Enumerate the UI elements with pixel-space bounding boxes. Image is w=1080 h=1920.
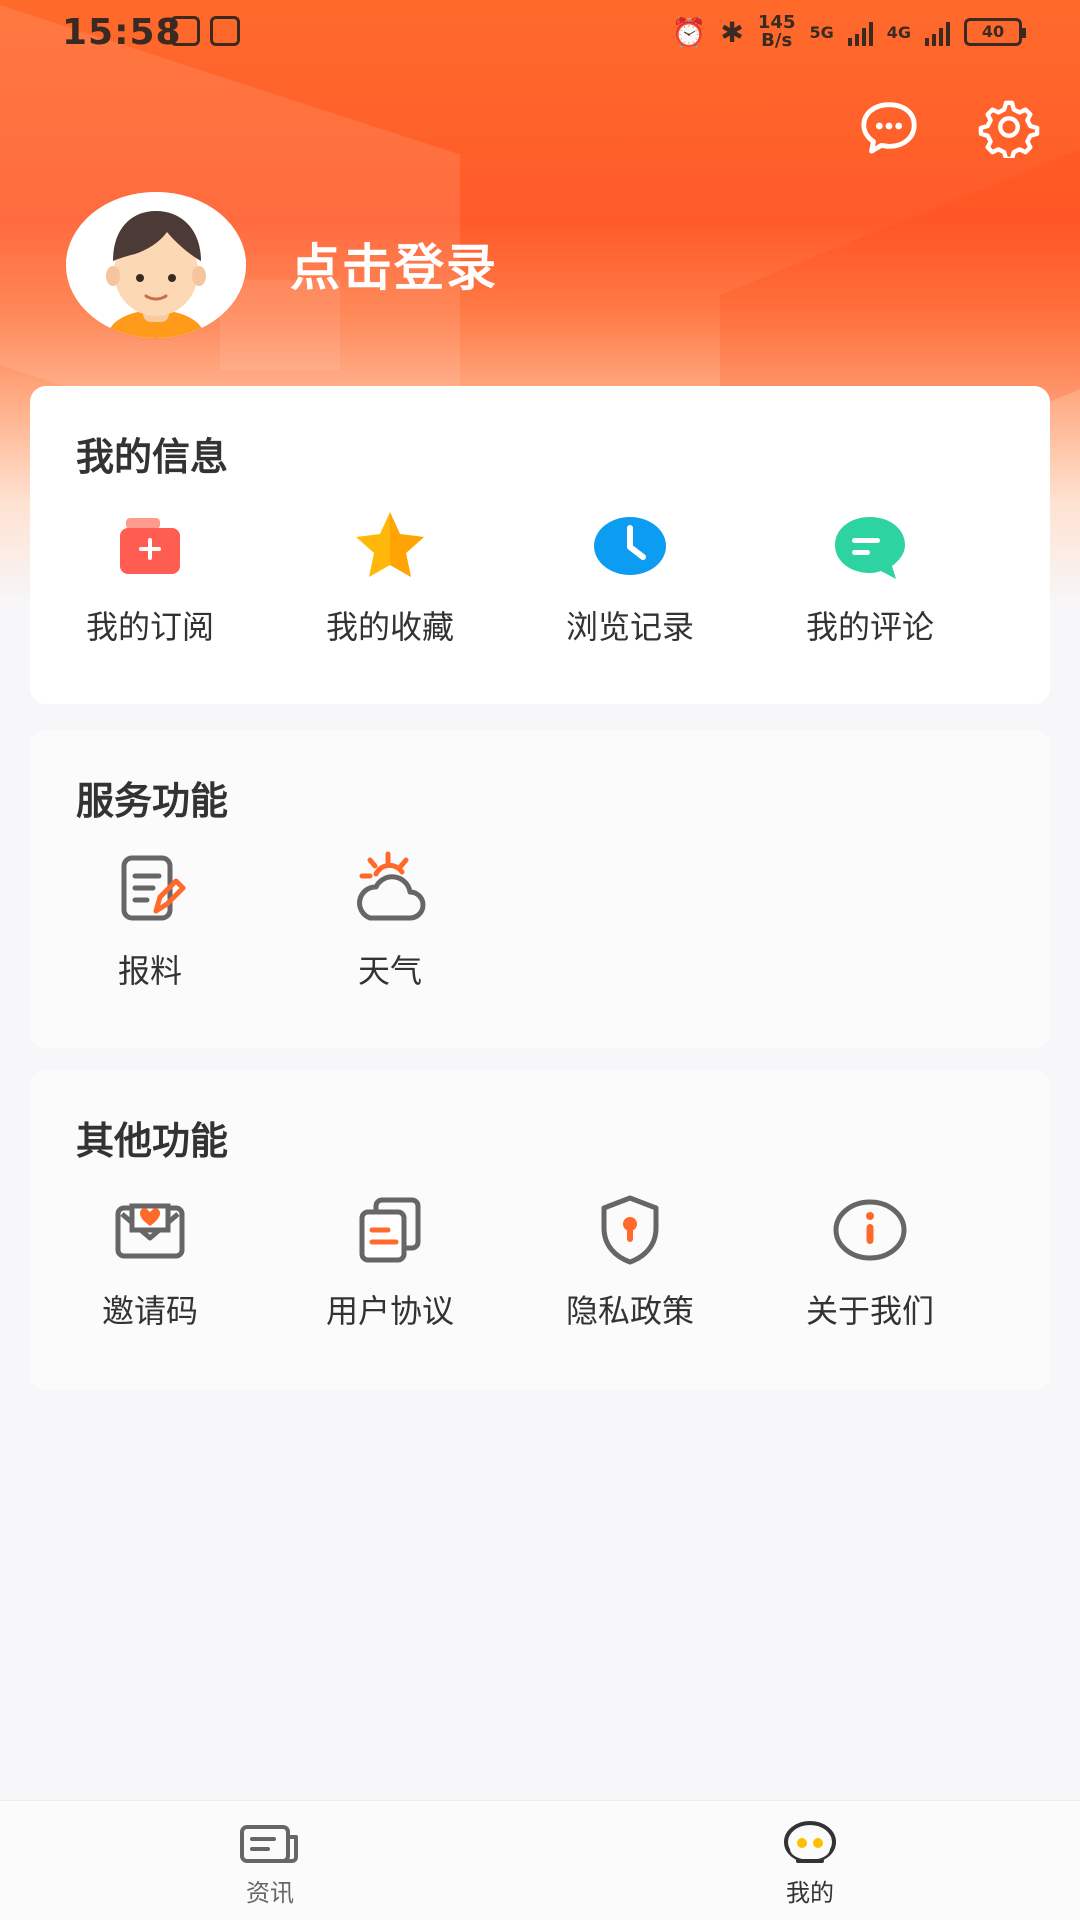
signal-4g-label: 4G: [886, 22, 911, 42]
service-label: 报料: [117, 952, 182, 990]
service-grid: 报料 天气: [30, 848, 1050, 1028]
tab-news[interactable]: 资讯: [180, 1819, 360, 1908]
news-tab-icon: [238, 1819, 302, 1867]
bluetooth-icon: ✱: [720, 15, 744, 49]
status-time: 15:58: [62, 12, 182, 53]
signal-strength-icon: [847, 18, 873, 46]
nfc-icon: [210, 16, 240, 46]
other-features-title: 其他功能: [76, 1119, 229, 1163]
profile-tab-icon: [778, 1819, 842, 1867]
tab-profile-label: 我的: [786, 1879, 834, 1907]
other-feature-item[interactable]: 用户协议: [270, 1188, 510, 1332]
my-info-item[interactable]: 我的收藏: [270, 504, 510, 648]
service-item[interactable]: 天气: [270, 848, 510, 992]
tab-profile[interactable]: 我的: [720, 1819, 900, 1908]
other-feature-label: 用户协议: [325, 1292, 454, 1330]
service-item[interactable]: 报料: [30, 848, 270, 992]
tab-news-label: 资讯: [246, 1879, 294, 1907]
other-feature-item[interactable]: 关于我们: [750, 1188, 990, 1332]
history-icon: [588, 504, 672, 588]
status-bar: 15:58 ⏰ ✱ 145 B/s 5G 4G 40: [0, 0, 1080, 68]
other-feature-label: 邀请码: [101, 1292, 198, 1330]
about-us-icon: [828, 1188, 912, 1272]
weather-icon: [348, 848, 432, 932]
my-info-label: 我的订阅: [85, 608, 214, 646]
user-agreement-icon: [348, 1188, 432, 1272]
subscription-icon: [108, 504, 192, 588]
my-info-title: 我的信息: [76, 435, 229, 479]
other-feature-label: 隐私政策: [565, 1292, 694, 1330]
top-actions: [858, 96, 1040, 162]
other-features-card: 其他功能 邀请码 用户协议 隐私政策 关于我们: [30, 1070, 1050, 1390]
invite-code-icon: [108, 1188, 192, 1272]
alarm-icon: ⏰: [671, 15, 707, 49]
my-info-label: 我的评论: [805, 608, 934, 646]
privacy-policy-icon: [588, 1188, 672, 1272]
favorite-icon: [348, 504, 432, 588]
my-info-label: 浏览记录: [565, 608, 694, 646]
bottom-navigation: 资讯 我的: [0, 1800, 1080, 1920]
my-info-card: 我的信息 我的订阅 我的收藏 浏览记录 我的评论: [30, 386, 1050, 704]
service-card: 服务功能 报料 天气: [30, 730, 1050, 1048]
profile-page: 15:58 ⏰ ✱ 145 B/s 5G 4G 40 点击登录 我的信息 我的订…: [0, 0, 1080, 1920]
my-info-item[interactable]: 我的订阅: [30, 504, 270, 648]
network-speed-unit: B/s: [761, 30, 793, 51]
my-info-item[interactable]: 我的评论: [750, 504, 990, 648]
network-speed: 145 B/s: [758, 14, 796, 50]
report-icon: [108, 848, 192, 932]
service-label: 天气: [357, 952, 422, 990]
shield-status-icon: [170, 16, 200, 46]
my-info-label: 我的收藏: [325, 608, 454, 646]
battery-indicator: 40: [964, 18, 1026, 46]
my-info-item[interactable]: 浏览记录: [510, 504, 750, 648]
signal-strength-icon: [925, 18, 950, 46]
other-features-grid: 邀请码 用户协议 隐私政策 关于我们: [30, 1188, 1050, 1368]
status-right-icons: ⏰ ✱ 145 B/s 5G 4G 40: [671, 14, 1026, 50]
signal-5g-label: 5G: [809, 22, 834, 42]
other-feature-item[interactable]: 邀请码: [30, 1188, 270, 1332]
message-icon[interactable]: [858, 96, 920, 158]
status-left-icons: [170, 16, 240, 46]
login-button[interactable]: 点击登录: [290, 228, 498, 300]
service-title: 服务功能: [76, 779, 229, 823]
settings-icon[interactable]: [978, 96, 1040, 162]
other-feature-label: 关于我们: [805, 1292, 934, 1330]
my-info-grid: 我的订阅 我的收藏 浏览记录 我的评论: [30, 504, 1050, 684]
comment-icon: [828, 504, 912, 588]
avatar[interactable]: [66, 192, 246, 338]
other-feature-item[interactable]: 隐私政策: [510, 1188, 750, 1332]
